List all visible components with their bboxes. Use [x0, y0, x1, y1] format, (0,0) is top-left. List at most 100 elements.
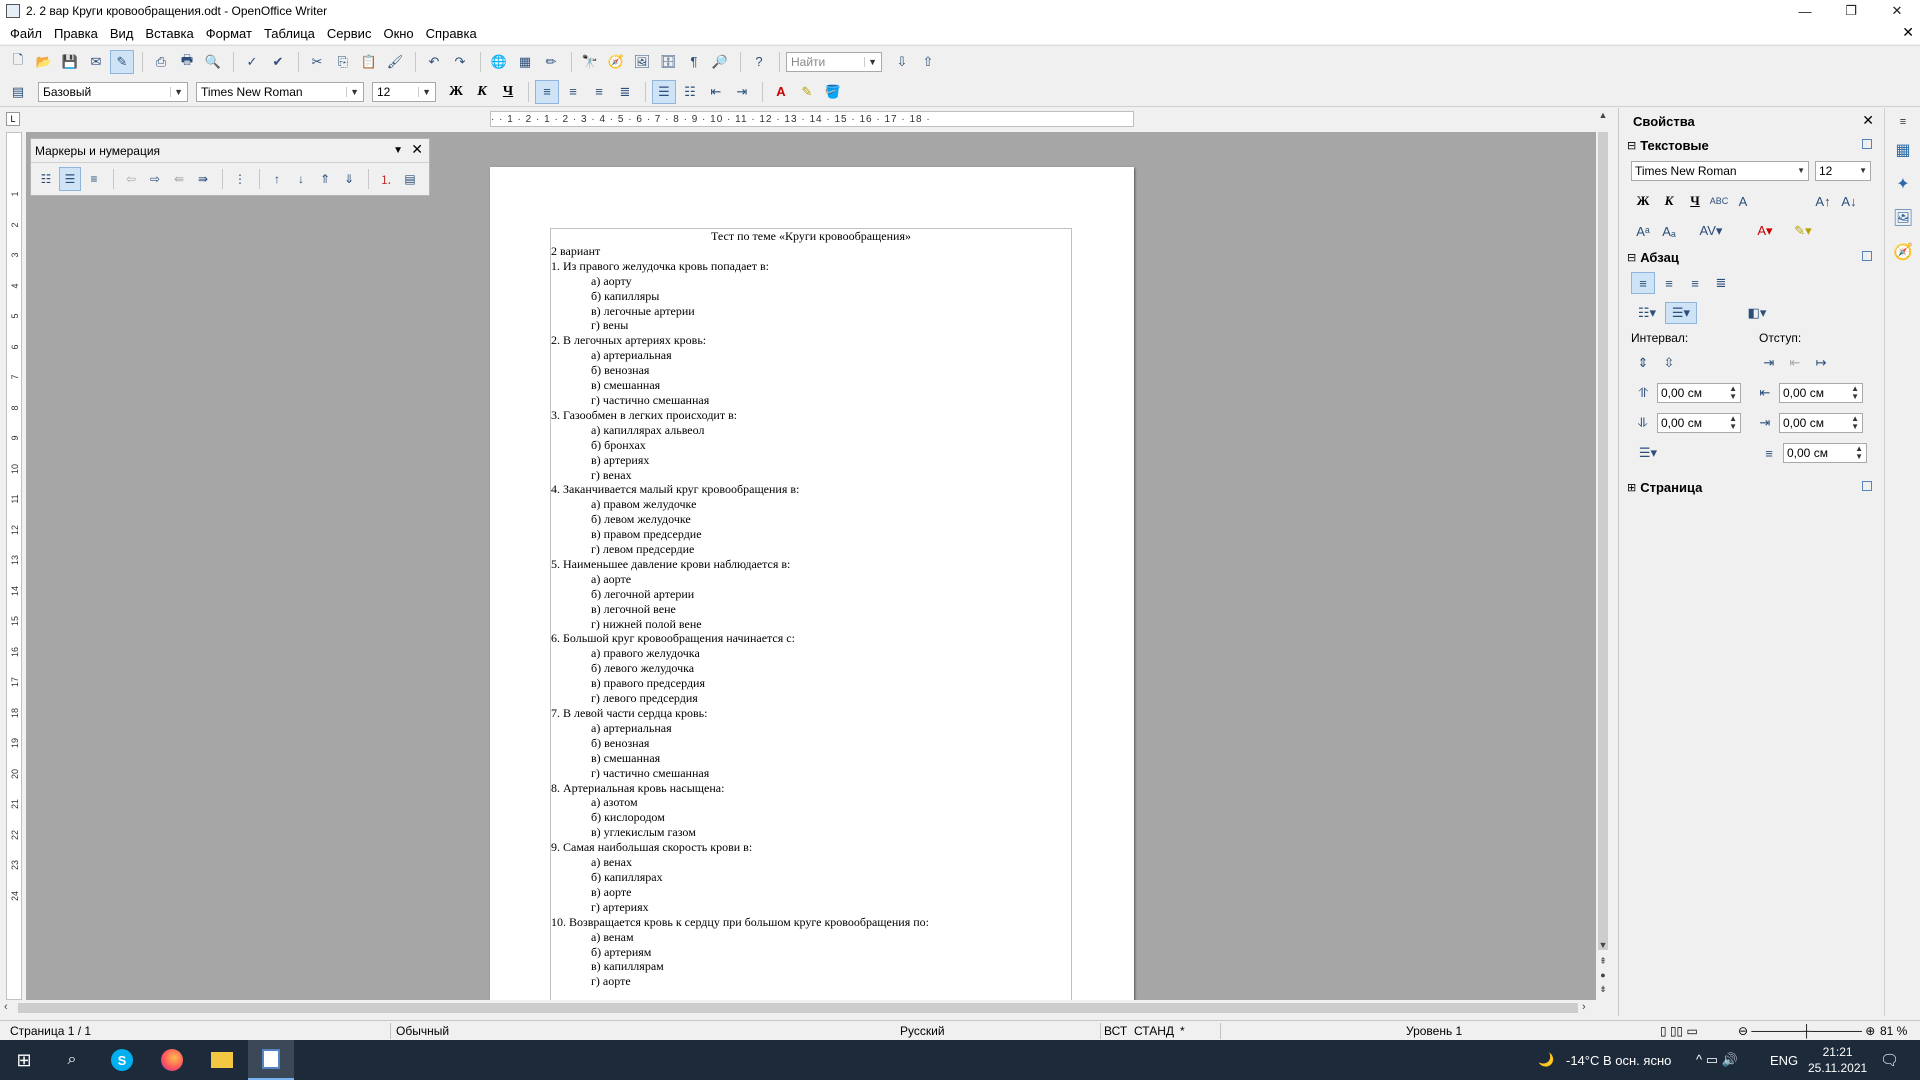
chevron-down-icon[interactable]: ▼ [1859, 167, 1867, 175]
language[interactable]: Русский [900, 1024, 945, 1038]
vertical-ruler[interactable]: 1 2 3 4 5 6 7 8 9 10 11 12 13 14 15 16 17 18 19 20 21 22 23 24 [6, 132, 22, 1000]
input-language[interactable]: ENG [1770, 1040, 1798, 1080]
page-count[interactable]: Страница 1 / 1 [10, 1024, 91, 1038]
promote-with-subpoints-icon[interactable]: ⇚ [168, 167, 190, 191]
help-icon[interactable]: ? [747, 50, 771, 74]
highlight-icon[interactable]: ✎ [795, 80, 819, 104]
format-paintbrush-icon[interactable]: 🖌 [383, 50, 407, 74]
new-document-icon[interactable]: 🗋 [6, 50, 30, 74]
chevron-down-icon[interactable]: ▼ [864, 56, 877, 67]
sidebar-size-select[interactable]: 12 ▼ [1815, 161, 1871, 181]
scroll-thumb[interactable] [18, 1003, 1578, 1013]
weather-icon[interactable]: 🌙 [1538, 1040, 1554, 1080]
openoffice-writer-icon[interactable] [248, 1040, 294, 1080]
underline-button[interactable]: Ч [496, 80, 520, 104]
space-below-spin[interactable]: 0,00 см ▲ ▼ [1657, 413, 1741, 433]
align-right-icon[interactable]: ≡ [1683, 272, 1707, 294]
navigation-icon[interactable]: ● [1596, 970, 1610, 980]
weather-text[interactable]: -14°C В осн. ясно [1566, 1040, 1671, 1080]
background-color-icon[interactable]: 🪣 [821, 80, 845, 104]
first-line-indent-spin[interactable]: 0,00 см ▲ ▼ [1783, 443, 1867, 463]
print-icon[interactable]: 🖶 [175, 50, 199, 74]
scroll-down-icon[interactable]: ▼ [1596, 940, 1610, 950]
table-icon[interactable]: ▦ [513, 50, 537, 74]
demote-with-subpoints-icon[interactable]: ⇛ [192, 167, 214, 191]
view-layout-icons[interactable]: ▯ ▯▯ ▭ [1660, 1024, 1698, 1038]
scroll-up-icon[interactable]: ▲ [1596, 110, 1610, 120]
sidebar-menu-icon[interactable]: ≡ [1889, 114, 1917, 130]
decrease-indent-icon[interactable]: ⇤ [1783, 352, 1807, 374]
bullets-icon[interactable]: ☷ [678, 80, 702, 104]
spin-arrows-icon[interactable]: ▲ ▼ [1851, 415, 1859, 431]
increase-spacing-icon[interactable]: ⇕ [1631, 352, 1655, 374]
menu-file[interactable]: Файл [4, 26, 48, 41]
cut-icon[interactable]: ✂ [305, 50, 329, 74]
zoom-level[interactable]: 81 % [1880, 1024, 1907, 1038]
menu-table[interactable]: Таблица [258, 26, 321, 41]
promote-one-level-icon[interactable]: ⇦ [120, 167, 142, 191]
hyperlink-icon[interactable]: 🌐 [487, 50, 511, 74]
increase-indent-icon[interactable]: ⇥ [1757, 352, 1781, 374]
italic-button[interactable]: К [470, 80, 494, 104]
styles-formatting-icon[interactable]: ▤ [6, 80, 30, 104]
close-window-button[interactable]: ✕ [1874, 0, 1920, 22]
insert-mode[interactable]: ВСТ [1104, 1024, 1127, 1038]
numbering-on-off-icon[interactable]: ☰ [59, 167, 81, 191]
bold-button[interactable]: Ж [1631, 190, 1655, 212]
expand-icon[interactable]: ⊞ [1627, 481, 1636, 494]
maximize-button[interactable]: ❐ [1828, 0, 1874, 22]
paragraph-background-icon[interactable]: ◧▾ [1735, 302, 1779, 324]
align-center-icon[interactable]: ≡ [1657, 272, 1681, 294]
superscript-icon[interactable]: Aᵃ [1631, 220, 1655, 242]
horizontal-scrollbar[interactable]: ‹ › [0, 1000, 1610, 1016]
menu-help[interactable]: Справка [420, 26, 483, 41]
collapse-icon[interactable]: ⊟ [1627, 251, 1636, 264]
draw-functions-icon[interactable]: ✏ [539, 50, 563, 74]
decrease-spacing-icon[interactable]: ⇳ [1657, 352, 1681, 374]
menu-format[interactable]: Формат [200, 26, 258, 41]
indent-before-spin[interactable]: 0,00 см ▲ ▼ [1779, 383, 1863, 403]
document-modified[interactable]: * [1180, 1024, 1185, 1038]
move-down-icon[interactable]: ↓ [290, 167, 312, 191]
spin-arrows-icon[interactable]: ▲ ▼ [1855, 445, 1863, 461]
chevron-down-icon[interactable]: ▼ [1797, 167, 1805, 175]
find-replace-icon[interactable]: 🔭 [578, 50, 602, 74]
clock[interactable]: 21:21 25.11.2021 [1808, 1040, 1867, 1080]
align-right-icon[interactable]: ≡ [587, 80, 611, 104]
close-document-icon[interactable]: ✕ [1902, 24, 1914, 41]
line-spacing-icon[interactable]: ☰▾ [1631, 442, 1665, 464]
minimize-button[interactable]: — [1782, 0, 1828, 22]
bullets-toolbar-titlebar[interactable]: Маркеры и нумерация ▼ ✕ [31, 139, 429, 163]
font-color-icon[interactable]: A▾ [1747, 220, 1783, 242]
tab-type-icon[interactable]: L [6, 112, 20, 126]
move-down-with-subpoints-icon[interactable]: ⇓ [338, 167, 360, 191]
align-left-icon[interactable]: ≡ [535, 79, 559, 104]
vertical-scrollbar[interactable]: ▲ ▼ ⇞ ● ⇟ [1596, 108, 1610, 1000]
find-next-icon[interactable]: ⇩ [890, 50, 914, 74]
restart-numbering-icon[interactable]: ⒈ [375, 167, 397, 191]
bullets-numbering-dialog-icon[interactable]: ▤ [399, 167, 421, 191]
bold-button[interactable]: Ж [444, 80, 468, 104]
move-up-with-subpoints-icon[interactable]: ⇑ [314, 167, 336, 191]
font-size-select[interactable]: 12 ▼ [372, 81, 436, 102]
insert-unnumbered-entry-icon[interactable]: ⋮ [229, 167, 251, 191]
navigator-tab-icon[interactable]: 🧭 [1889, 238, 1917, 266]
email-icon[interactable]: ✉ [84, 50, 108, 74]
start-icon[interactable]: ⊞ [0, 1040, 48, 1080]
edit-mode-icon[interactable]: ✎ [110, 49, 134, 74]
section-page[interactable]: ⊞ Страница [1619, 476, 1882, 498]
menu-window[interactable]: Окно [377, 26, 419, 41]
strikethrough-icon[interactable]: ABC [1709, 190, 1729, 212]
underline-button[interactable]: Ч [1683, 190, 1707, 212]
autocheck-icon[interactable]: ✔ [266, 50, 290, 74]
font-color-icon[interactable]: A [769, 80, 793, 104]
section-paragraph[interactable]: ⊟ Абзац [1619, 246, 1882, 268]
menu-tools[interactable]: Сервис [321, 26, 378, 41]
redo-icon[interactable]: ↷ [448, 50, 472, 74]
numbering-icon[interactable]: ☰▾ [1665, 302, 1697, 324]
close-icon[interactable]: ✕ [411, 141, 423, 158]
export-pdf-icon[interactable]: ⎙ [149, 50, 173, 74]
firefox-icon[interactable] [150, 1040, 194, 1080]
close-icon[interactable]: ✕ [1862, 112, 1874, 129]
skype-icon[interactable]: S [100, 1040, 144, 1080]
